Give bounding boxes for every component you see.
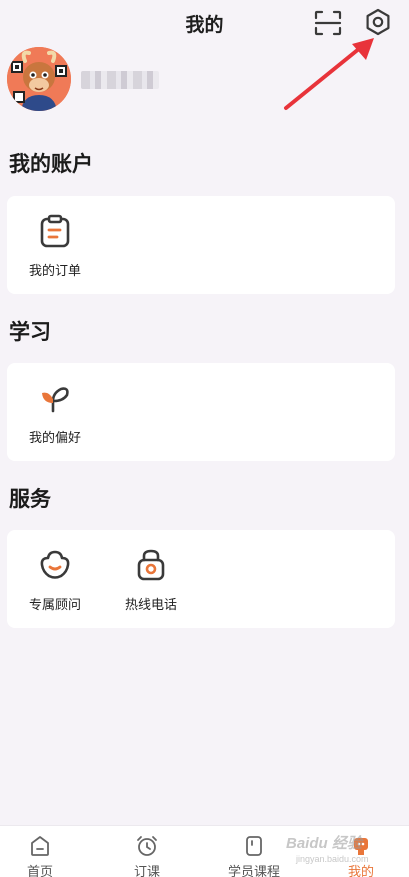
top-bar: 我的 [0, 0, 409, 46]
scan-button[interactable] [312, 8, 344, 38]
tab-home-label: 首页 [26, 864, 53, 877]
clipboard-order-icon [40, 214, 70, 248]
settings-gear-icon [366, 8, 390, 36]
page-title: 我的 [185, 15, 224, 36]
my-preferences-label: 我的偏好 [28, 430, 81, 445]
hotline-item[interactable]: 热线电话 [103, 530, 199, 612]
tab-home[interactable]: 首页 [0, 826, 80, 877]
section-title-learning: 学习 [9, 321, 51, 344]
advisor-flower-icon [40, 550, 70, 579]
learning-card: 我的偏好 [7, 363, 395, 461]
home-icon [31, 836, 49, 856]
hotline-label: 热线电话 [124, 597, 177, 612]
username: ████ [81, 71, 159, 89]
tab-student-courses-label: 学员课程 [227, 864, 280, 877]
section-title-service: 服务 [9, 488, 51, 511]
bottom-tab-bar: 首页 订课 学员课程 我的 [0, 825, 409, 877]
scan-icon [314, 10, 342, 36]
telephone-icon [137, 549, 165, 581]
service-card: 专属顾问 热线电话 [7, 530, 395, 628]
sprout-icon [42, 387, 69, 413]
avatar-cartoon-bull-icon [7, 47, 71, 111]
my-orders-item[interactable]: 我的订单 [7, 196, 103, 278]
dedicated-advisor-label: 专属顾问 [28, 597, 81, 612]
tab-book-class-label: 订课 [133, 864, 160, 877]
profile-header[interactable]: ████ [7, 47, 307, 113]
tab-mine-label: 我的 [347, 864, 374, 877]
dedicated-advisor-item[interactable]: 专属顾问 [7, 530, 103, 612]
tab-student-courses[interactable]: 学员课程 [214, 826, 294, 877]
settings-button[interactable] [362, 6, 394, 38]
course-book-icon [246, 836, 262, 856]
account-card: 我的订单 [7, 196, 395, 294]
my-orders-label: 我的订单 [28, 263, 81, 278]
my-preferences-item[interactable]: 我的偏好 [7, 363, 103, 445]
avatar[interactable] [7, 47, 71, 111]
tab-book-class[interactable]: 订课 [107, 826, 187, 877]
profile-icon [354, 838, 368, 855]
section-title-account: 我的账户 [9, 153, 93, 176]
tab-mine[interactable]: 我的 [321, 826, 401, 877]
alarm-clock-icon [137, 836, 157, 856]
